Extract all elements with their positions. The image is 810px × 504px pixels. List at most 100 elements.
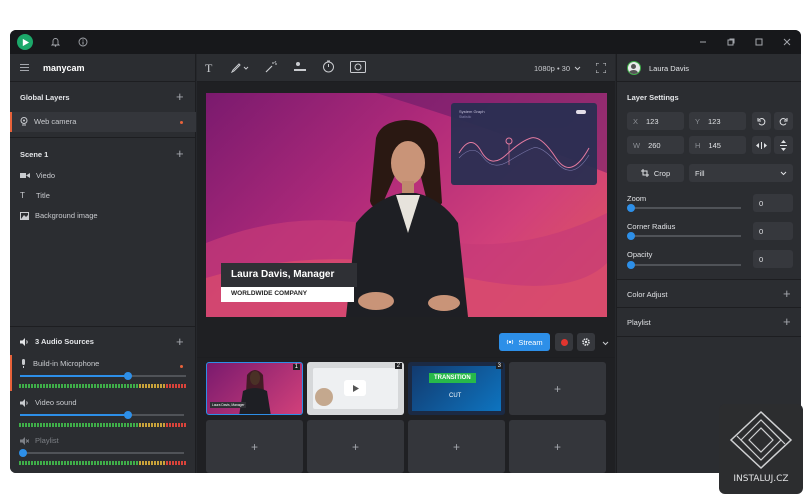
crop-icon <box>640 169 649 177</box>
fullscreen-icon[interactable] <box>596 63 606 73</box>
active-indicator <box>180 121 183 124</box>
color-adjust-label: Color Adjust <box>627 290 668 299</box>
stream-controls: Stream <box>197 328 615 358</box>
add-scene-layer-button[interactable]: + <box>176 147 184 160</box>
text-tool-icon[interactable]: T <box>205 61 212 76</box>
add-scene-slot[interactable]: + <box>509 362 606 415</box>
audio-source-label: Playlist <box>35 436 59 445</box>
watermark-logo-icon <box>729 410 793 470</box>
cut-label[interactable]: CUT <box>449 393 461 399</box>
play-button[interactable] <box>344 380 366 396</box>
timer-icon[interactable] <box>322 60 335 73</box>
restore-icon[interactable] <box>724 35 738 49</box>
expand-playlist-button[interactable]: + <box>783 315 791 328</box>
speaker-icon <box>20 398 28 407</box>
video-icon <box>20 173 30 178</box>
app-window: manycam Global Layers + Web camera Scene… <box>10 30 801 473</box>
transition-label: TRANSITION <box>434 375 471 381</box>
zoom-label: Zoom <box>627 194 647 203</box>
rotate-right-button[interactable] <box>774 112 793 130</box>
w-value: 260 <box>648 140 661 150</box>
settings-button[interactable] <box>577 333 595 351</box>
magic-wand-icon[interactable] <box>265 61 277 73</box>
brand-header: manycam <box>10 54 195 82</box>
record-icon <box>560 338 568 346</box>
minimize-icon[interactable] <box>696 35 710 49</box>
gear-icon <box>582 338 590 346</box>
chevron-down-icon[interactable] <box>574 66 581 71</box>
scene-thumb-2[interactable]: 2 <box>307 362 404 415</box>
h-field[interactable]: H 145 <box>689 136 746 154</box>
w-label: W <box>633 140 641 150</box>
x-field[interactable]: X 123 <box>627 112 684 130</box>
resolution-select[interactable]: 1080p • 30 <box>534 64 570 73</box>
play-icon <box>352 384 359 392</box>
maximize-icon[interactable] <box>752 35 766 49</box>
add-scene-slot[interactable]: + <box>206 420 303 473</box>
draw-tool-icon[interactable] <box>231 62 249 73</box>
thumb-caption: Laura Davis, Manager <box>210 402 247 408</box>
flip-horizontal-button[interactable] <box>752 136 771 154</box>
expand-color-adjust-button[interactable]: + <box>783 287 791 300</box>
opacity-value-field[interactable]: 0 <box>753 250 793 268</box>
thumb-person-circle <box>315 388 333 406</box>
speaker-icon <box>20 337 28 346</box>
opacity-slider[interactable] <box>627 261 741 269</box>
scene-header: Scene 1 + <box>10 138 195 166</box>
add-scene-slot[interactable]: + <box>509 420 606 473</box>
app-logo-icon <box>17 34 33 50</box>
add-scene-slot[interactable]: + <box>307 420 404 473</box>
add-audio-source-button[interactable]: + <box>176 335 184 348</box>
chevron-down-icon[interactable] <box>602 341 609 346</box>
volume-slider[interactable] <box>20 372 186 380</box>
audio-source-label: Video sound <box>35 398 77 407</box>
opacity-value: 0 <box>759 254 764 264</box>
volume-slider[interactable] <box>19 449 184 457</box>
volume-slider[interactable] <box>20 411 184 419</box>
scene-thumb-1[interactable]: Laura Davis, Manager 1 <box>206 362 303 415</box>
bell-icon[interactable] <box>48 35 62 49</box>
w-field[interactable]: W 260 <box>627 136 684 154</box>
user-header: Laura Davis <box>617 54 801 82</box>
transition-badge[interactable]: TRANSITION <box>429 373 476 383</box>
hamburger-icon[interactable] <box>20 64 29 71</box>
corner-radius-value-field[interactable]: 0 <box>753 222 793 240</box>
corner-radius-slider[interactable] <box>627 232 741 240</box>
crop-button[interactable]: Crop <box>627 164 684 182</box>
center-panel: T 1080p • 30 System Graph Statistic Laur… <box>197 54 615 473</box>
zoom-value: 0 <box>759 198 764 208</box>
image-icon <box>20 211 29 220</box>
lower-third-name: Laura Davis, Manager <box>231 269 335 280</box>
record-button[interactable] <box>555 333 573 351</box>
fill-select[interactable]: Fill <box>689 164 793 182</box>
rotate-left-button[interactable] <box>752 112 771 130</box>
text-icon: T <box>20 191 25 200</box>
left-panel: manycam Global Layers + Web camera Scene… <box>10 54 196 473</box>
scene-title: Scene 1 <box>20 150 49 159</box>
y-label: Y <box>695 116 701 126</box>
close-icon[interactable] <box>780 35 794 49</box>
global-layers-title: Global Layers <box>20 93 70 102</box>
lower-third-icon[interactable] <box>293 61 307 73</box>
scene-item-background[interactable]: Background image <box>20 211 98 220</box>
effects-icon[interactable] <box>350 61 366 73</box>
playlist-section[interactable]: Playlist + <box>617 308 801 337</box>
color-adjust-section[interactable]: Color Adjust + <box>617 279 801 308</box>
lower-third: Laura Davis, Manager <box>221 263 357 287</box>
info-icon[interactable] <box>76 35 90 49</box>
zoom-slider[interactable] <box>627 204 741 212</box>
avatar[interactable] <box>627 61 641 75</box>
zoom-value-field[interactable]: 0 <box>753 194 793 212</box>
add-global-layer-button[interactable]: + <box>176 90 184 103</box>
y-field[interactable]: Y 123 <box>689 112 746 130</box>
scene-item-video[interactable]: Viedo <box>20 171 55 180</box>
layer-item-web-camera[interactable]: Web camera <box>10 112 196 132</box>
scene-thumb-3[interactable]: TRANSITION CUT 3 <box>408 362 505 415</box>
titlebar <box>10 30 801 54</box>
flip-vertical-button[interactable] <box>774 136 793 154</box>
stream-button[interactable]: Stream <box>499 333 550 351</box>
add-scene-slot[interactable]: + <box>408 420 505 473</box>
video-preview[interactable]: System Graph Statistic Laura Davis, Mana… <box>206 93 607 317</box>
scene-item-title[interactable]: T Title <box>20 191 50 200</box>
flip-horizontal-icon <box>756 141 767 149</box>
